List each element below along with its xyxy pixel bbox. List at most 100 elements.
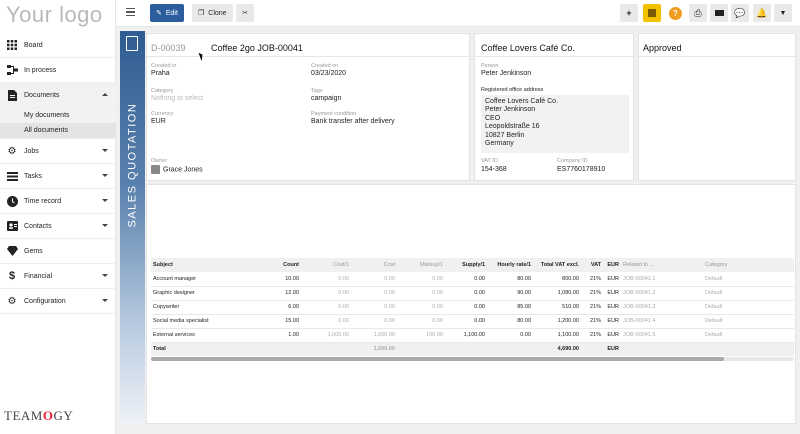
table-row[interactable]: Copywriter 6.00 0.00 0.00 0.00 0.00 85.0…	[151, 300, 794, 315]
table-row[interactable]: Account manager 10.00 0.00 0.00 0.00 0.0…	[151, 272, 794, 287]
sidebar-item-board[interactable]: Board	[0, 33, 116, 58]
cell-hourly-rate: 0.00	[487, 328, 533, 343]
category-value: Nothing to select	[151, 95, 204, 102]
document-icon	[6, 89, 18, 101]
cell-count: 12.00	[241, 286, 301, 301]
column-header[interactable]: Cost	[351, 258, 397, 272]
column-header[interactable]: Related to ...	[621, 258, 703, 272]
documents-subnav: My documents All documents	[0, 108, 116, 139]
column-header[interactable]: Total VAT excl.	[533, 258, 581, 272]
cell-supply: 0.00	[445, 272, 487, 287]
cell-cost: 0.00	[351, 314, 397, 329]
chevron-down-icon[interactable]	[102, 174, 108, 177]
horizontal-scrollbar-thumb[interactable]	[151, 357, 724, 361]
person-value[interactable]: Peter Jenkinson	[481, 70, 531, 77]
chevron-down-icon[interactable]	[102, 224, 108, 227]
column-header[interactable]: EUR	[603, 258, 621, 272]
sidebar-item-tasks[interactable]: Tasks	[0, 164, 116, 189]
cell-currency: EUR	[603, 286, 621, 301]
chevron-down-icon[interactable]	[102, 199, 108, 202]
chat-button[interactable]: 💬	[731, 4, 749, 22]
user-menu-button[interactable]: ▼	[774, 4, 792, 22]
sidebar-item-time-record[interactable]: Time record	[0, 189, 116, 214]
print-button[interactable]: ⎙	[689, 4, 707, 22]
sidebar-item-label: Tasks	[24, 172, 42, 180]
address-line: 10827 Berlin	[485, 131, 525, 139]
cell-markup: 0.00	[397, 286, 445, 301]
column-header[interactable]: Count	[241, 258, 301, 272]
cell-count: 15.00	[241, 314, 301, 329]
cog-icon: ⚙	[7, 295, 17, 307]
chevron-up-icon[interactable]	[102, 93, 108, 96]
gem-icon	[6, 245, 18, 257]
edit-button[interactable]: ✎ Edit	[150, 4, 184, 22]
note-button[interactable]	[643, 4, 661, 22]
logo[interactable]: Your logo	[6, 2, 103, 28]
tags-value: campaign	[311, 95, 342, 102]
cell-hourly-rate: 80.00	[487, 314, 533, 329]
cell-hourly-rate: 85.00	[487, 300, 533, 315]
sidebar-item-financial[interactable]: $ Financial	[0, 264, 116, 289]
column-header[interactable]: Markup/1	[397, 258, 445, 272]
clone-button[interactable]: ❐ Clone	[192, 4, 233, 22]
menu-icon[interactable]	[126, 8, 135, 16]
sidebar-item-documents[interactable]: Documents	[0, 83, 116, 108]
cell-count: 1.00	[241, 328, 301, 343]
print-icon: ⎙	[694, 7, 702, 18]
sidebar-subitem-all-documents[interactable]: All documents	[0, 123, 116, 138]
tools-button[interactable]: ✂	[236, 4, 254, 22]
cell-related[interactable]: JOB-00041.5	[621, 328, 703, 343]
cell-supply: 0.00	[445, 300, 487, 315]
cell-cost-unit: 1,000.00	[301, 328, 351, 343]
column-header[interactable]: Supply/1	[445, 258, 487, 272]
table-row[interactable]: Graphic designer 12.00 0.00 0.00 0.00 0.…	[151, 286, 794, 301]
address-line: Germany	[485, 140, 514, 148]
column-header[interactable]: Hourly rate/1	[487, 258, 533, 272]
clone-button-label: Clone	[208, 9, 227, 17]
sidebar-item-jobs[interactable]: ⚙ Jobs	[0, 139, 116, 164]
help-button[interactable]: ?	[669, 6, 682, 20]
top-toolbar: ✎ Edit ❐ Clone ✂ + ? ⎙ 💬 🔔 ▼	[116, 0, 800, 27]
sidebar-item-contacts[interactable]: Contacts	[0, 214, 116, 239]
chevron-down-icon[interactable]	[102, 299, 108, 302]
table-row[interactable]: Social media specialist 15.00 0.00 0.00 …	[151, 314, 794, 329]
items-table: Subject Count Cost/1 Cost Markup/1 Suppl…	[151, 258, 794, 356]
cell-related[interactable]: JOB-00041.4	[621, 314, 703, 329]
sidebar-item-label: Board	[24, 41, 43, 49]
cell-related[interactable]: JOB-00041.2	[621, 286, 703, 301]
sidebar-subitem-my-documents[interactable]: My documents	[0, 108, 116, 123]
cell-related[interactable]: JOB-00041.1	[621, 272, 703, 287]
chevron-down-icon[interactable]	[102, 274, 108, 277]
sidebar-item-label: In process	[24, 66, 57, 74]
cell-vat: 21%	[581, 300, 603, 315]
cell-category: Default	[703, 272, 794, 287]
chevron-down-icon: ▼	[779, 9, 787, 17]
divider	[475, 56, 633, 57]
customer-panel: Coffee Lovers Café Co. Person Peter Jenk…	[474, 33, 634, 181]
column-header[interactable]: VAT	[581, 258, 603, 272]
column-header[interactable]: Cost/1	[301, 258, 351, 272]
notifications-button[interactable]: 🔔	[753, 4, 771, 22]
cell-related[interactable]: JOB-00041.3	[621, 300, 703, 315]
cell-markup: 100.00	[397, 328, 445, 343]
column-header[interactable]: Category	[703, 258, 794, 272]
sidebar-item-gems[interactable]: Gems	[0, 239, 116, 264]
video-button[interactable]	[710, 4, 728, 22]
table-row[interactable]: External services 1.00 1,000.00 1,000.00…	[151, 328, 794, 343]
flow-icon	[6, 64, 18, 76]
chevron-down-icon[interactable]	[102, 149, 108, 152]
sidebar-item-label: Documents	[24, 91, 60, 99]
tasks-icon	[6, 170, 18, 182]
add-button[interactable]: +	[620, 4, 638, 22]
cell-currency: EUR	[603, 272, 621, 287]
copy-icon: ❐	[198, 10, 205, 17]
sidebar-item-configuration[interactable]: ⚙ Configuration	[0, 289, 116, 314]
contacts-icon	[6, 220, 18, 232]
avatar	[151, 165, 160, 174]
column-header[interactable]: Subject	[151, 258, 241, 272]
customer-name[interactable]: Coffee Lovers Café Co.	[481, 43, 575, 53]
cell-count: 6.00	[241, 300, 301, 315]
sidebar-item-in-process[interactable]: In process	[0, 58, 116, 83]
chat-icon: 💬	[734, 7, 746, 18]
sidebar: Your logo Board In process Documents My …	[0, 0, 116, 434]
